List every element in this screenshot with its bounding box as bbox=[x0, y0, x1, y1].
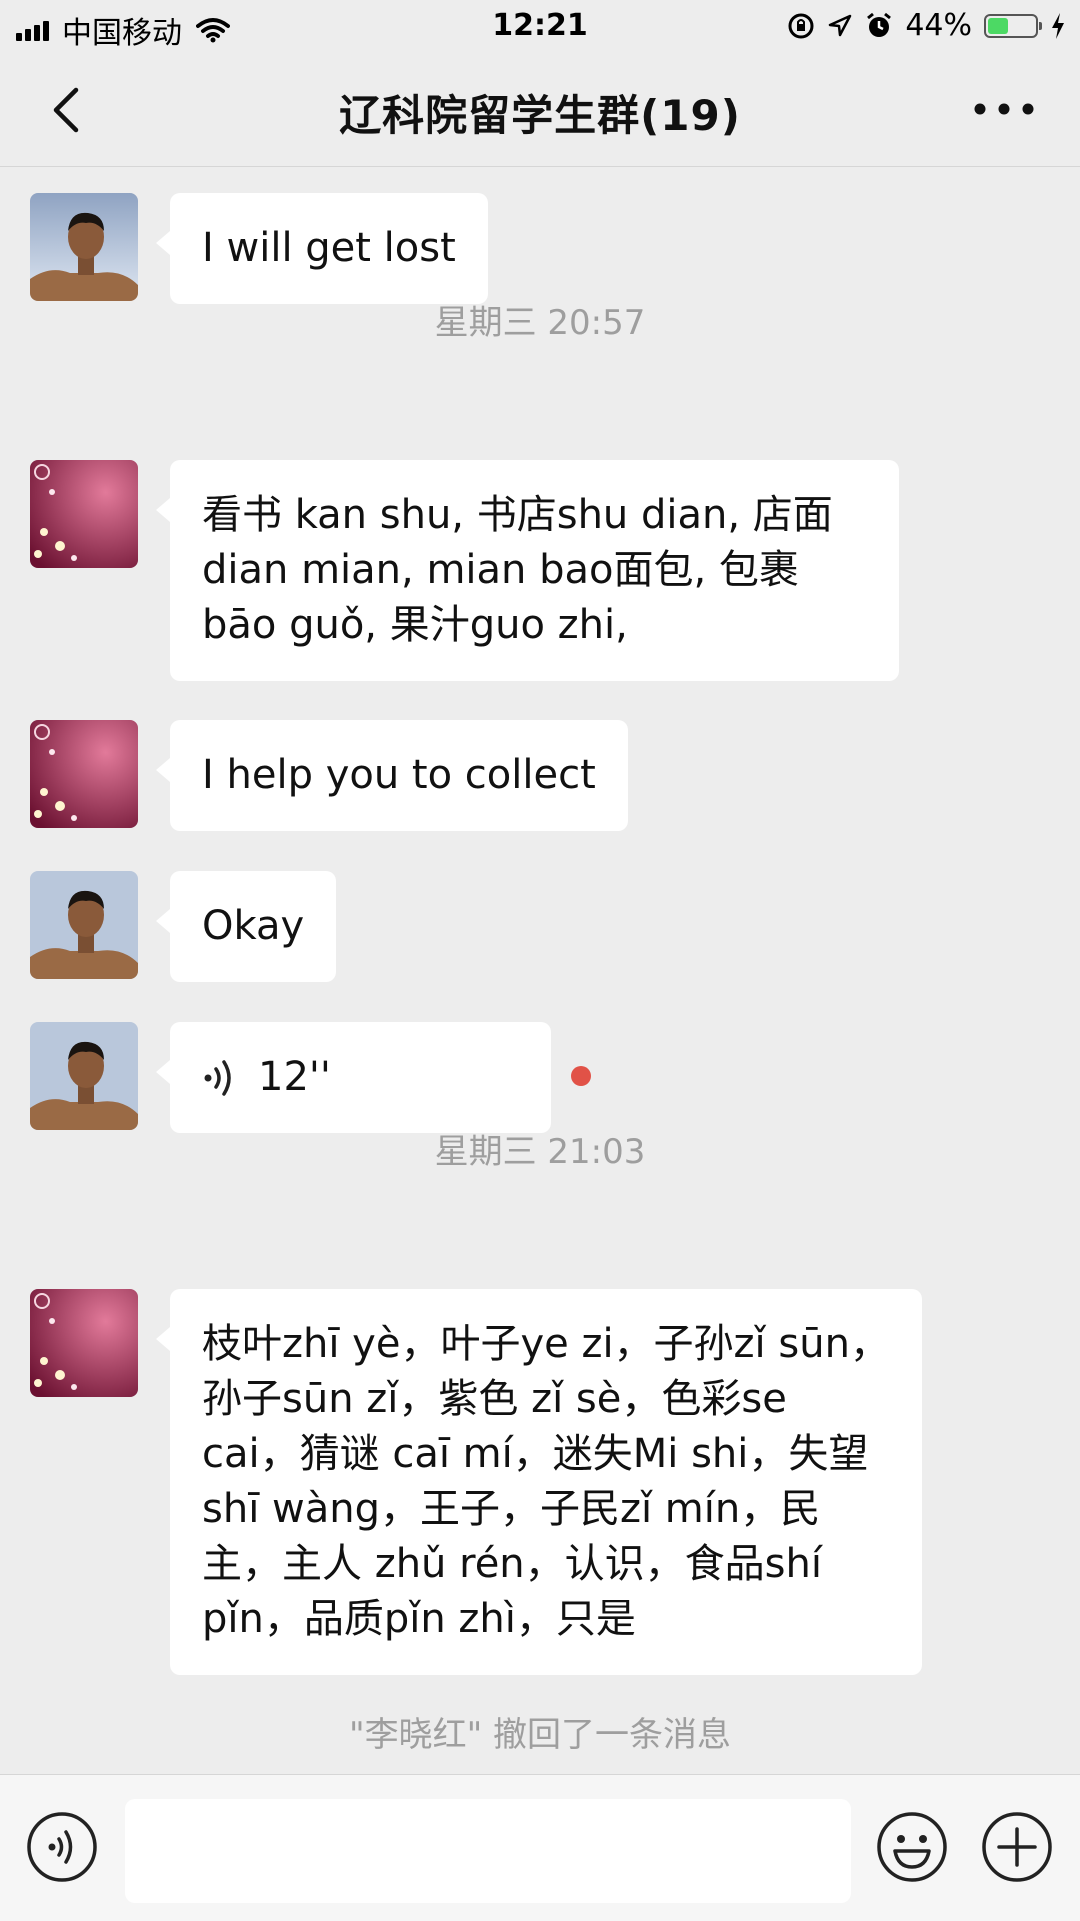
message-text: 枝叶zhī yè，叶子ye zi，子孙zǐ sūn，孙子sūn zǐ，紫色 zǐ… bbox=[202, 1321, 890, 1642]
voice-bubble[interactable]: 12'' bbox=[156, 1022, 551, 1133]
page-title[interactable]: 辽科院留学生群(19) bbox=[0, 82, 1080, 143]
alarm-icon bbox=[867, 12, 892, 37]
status-bar: 中国移动 12:21 44% bbox=[0, 0, 1080, 54]
more-dots-icon[interactable] bbox=[968, 84, 1040, 134]
battery-percent: 44% bbox=[905, 8, 972, 43]
message-item: Okay bbox=[30, 871, 337, 982]
message-text: I will get lost bbox=[202, 225, 456, 271]
location-icon bbox=[829, 14, 852, 36]
voice-duration: 12'' bbox=[258, 1054, 331, 1100]
message-text: Okay bbox=[202, 903, 305, 949]
rotation-lock-icon bbox=[788, 13, 814, 38]
message-bubble[interactable]: Okay bbox=[155, 871, 337, 982]
timestamp: 星期三 20:57 bbox=[434, 303, 646, 343]
battery-icon bbox=[984, 13, 1042, 38]
message-bubble[interactable]: I help you to collect bbox=[156, 720, 628, 831]
message-item: 枝叶zhī yè，叶子ye zi，子孙zǐ sūn，孙子sūn zǐ，紫色 zǐ… bbox=[30, 1289, 922, 1675]
unread-dot bbox=[571, 1066, 591, 1086]
timestamp: 星期三 21:03 bbox=[434, 1132, 646, 1172]
recall-notice: "李晓红" 撤回了一条消息 bbox=[348, 1715, 732, 1755]
message-bubble[interactable]: I will get lost bbox=[156, 193, 488, 304]
input-bar bbox=[0, 1774, 1080, 1921]
avatar[interactable] bbox=[30, 720, 138, 828]
avatar[interactable] bbox=[30, 1289, 138, 1397]
avatar[interactable] bbox=[30, 460, 138, 568]
message-bubble[interactable]: 看书 kan shu, 书店shu dian, 店面dian mian, mia… bbox=[156, 460, 899, 681]
chat-header: 辽科院留学生群(19) bbox=[0, 54, 1080, 167]
message-bubble[interactable]: 枝叶zhī yè，叶子ye zi，子孙zǐ sūn，孙子sūn zǐ，紫色 zǐ… bbox=[156, 1289, 922, 1675]
charging-bolt-icon bbox=[1052, 12, 1064, 39]
message-list[interactable]: I will get lost 星期三 20:57 看书 kan shu, 书店… bbox=[0, 167, 1080, 1774]
plus-icon[interactable] bbox=[981, 1811, 1053, 1883]
message-item: I help you to collect bbox=[30, 720, 628, 831]
voice-wave-icon bbox=[204, 1059, 231, 1096]
message-item: 看书 kan shu, 书店shu dian, 店面dian mian, mia… bbox=[30, 460, 899, 681]
message-item: I will get lost bbox=[30, 193, 488, 304]
voice-message-item: 12'' bbox=[30, 1022, 551, 1133]
avatar[interactable] bbox=[30, 1022, 138, 1130]
avatar[interactable] bbox=[30, 871, 138, 979]
message-text: 看书 kan shu, 书店shu dian, 店面dian mian, mia… bbox=[202, 492, 833, 648]
avatar[interactable] bbox=[30, 193, 138, 301]
message-input[interactable] bbox=[125, 1799, 851, 1903]
emoji-icon[interactable] bbox=[876, 1811, 948, 1883]
message-text: I help you to collect bbox=[202, 752, 596, 798]
voice-icon[interactable] bbox=[26, 1811, 98, 1883]
